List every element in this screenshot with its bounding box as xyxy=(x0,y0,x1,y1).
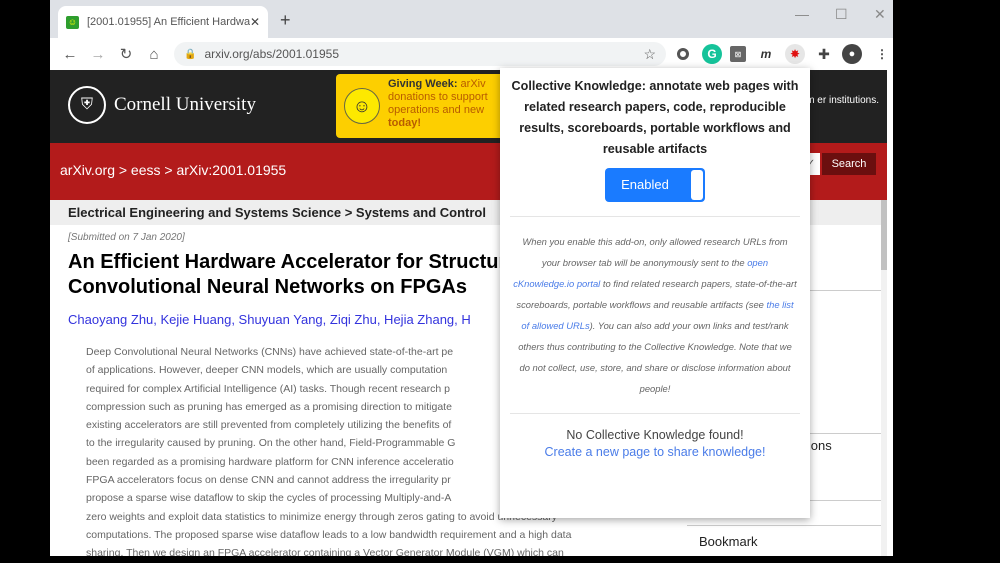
desc-text-3: ). You can also add your own links and t… xyxy=(518,320,792,394)
maximize-button[interactable]: ☐ xyxy=(835,6,848,23)
giving-week-banner[interactable]: ☺ Giving Week: arXiv donations to suppor… xyxy=(336,74,516,138)
divider xyxy=(510,413,800,414)
bookmark-heading: Bookmark xyxy=(687,525,887,549)
home-button[interactable]: ⌂ xyxy=(140,46,168,63)
close-tab-icon[interactable]: ✕ xyxy=(250,15,260,29)
create-page-link[interactable]: Create a new page to share knowledge! xyxy=(510,445,800,459)
cornell-seal-icon: ⛨ xyxy=(68,86,106,124)
giving-label: Giving Week: xyxy=(388,78,458,90)
browser-tab[interactable]: ☺ [2001.01955] An Efficient Hardware Acc… xyxy=(58,6,268,38)
scrollbar-thumb[interactable] xyxy=(881,200,887,270)
cornell-logo[interactable]: ⛨ Cornell University xyxy=(68,86,256,124)
minimize-button[interactable]: — xyxy=(795,6,809,22)
no-knowledge-message: No Collective Knowledge found! xyxy=(566,428,744,442)
address-bar[interactable]: 🔒 arxiv.org/abs/2001.01955 ☆ xyxy=(174,42,666,66)
smiley-icon: ☺ xyxy=(344,88,380,124)
reload-button[interactable]: ↻ xyxy=(112,45,140,63)
close-window-button[interactable]: ✕ xyxy=(874,6,886,23)
extension-circle-icon[interactable] xyxy=(677,48,689,60)
mendeley-icon[interactable]: m xyxy=(756,44,776,64)
divider xyxy=(510,216,800,217)
popup-title: Collective Knowledge: annotate web pages… xyxy=(511,79,799,156)
toggle-knob xyxy=(691,170,703,200)
bookmark-star-icon[interactable]: ☆ xyxy=(643,46,656,63)
popup-description: When you enable this add-on, only allowe… xyxy=(510,231,800,399)
breadcrumb[interactable]: arXiv.org > eess > arXiv:2001.01955 xyxy=(60,162,286,178)
enable-toggle[interactable]: Enabled xyxy=(605,168,705,202)
menu-kebab-icon[interactable]: ⋮ xyxy=(872,44,892,64)
search-button[interactable]: Search xyxy=(822,153,876,175)
lock-icon: 🔒 xyxy=(184,48,197,60)
tab-title: [2001.01955] An Efficient Hardware Accel… xyxy=(87,16,250,28)
forward-button[interactable]: → xyxy=(84,46,112,63)
collective-knowledge-popup: Collective Knowledge: annotate web pages… xyxy=(500,68,810,518)
abstract-line: computations. The proposed sparse wise d… xyxy=(86,528,572,541)
logo-text: Cornell University xyxy=(114,94,256,115)
url-text: arxiv.org/abs/2001.01955 xyxy=(204,47,339,61)
arxiv-favicon: ☺ xyxy=(66,15,79,29)
toggle-label: Enabled xyxy=(621,177,669,192)
extensions-puzzle-icon[interactable]: ✚ xyxy=(814,44,834,64)
profile-avatar-icon[interactable]: ● xyxy=(842,44,862,64)
new-tab-button[interactable]: + xyxy=(280,10,291,31)
giving-cta: today! xyxy=(388,117,421,129)
abstract-line: sharing. Then we design an FPGA accelera… xyxy=(86,547,564,556)
extension-box-icon[interactable]: ⊠ xyxy=(730,46,746,62)
tab-bar: ☺ [2001.01955] An Efficient Hardware Acc… xyxy=(50,0,893,38)
collective-knowledge-icon[interactable]: ✸ xyxy=(785,44,805,64)
back-button[interactable]: ← xyxy=(56,46,84,63)
page-scrollbar[interactable] xyxy=(881,200,887,556)
grammarly-icon[interactable]: G xyxy=(702,44,722,64)
